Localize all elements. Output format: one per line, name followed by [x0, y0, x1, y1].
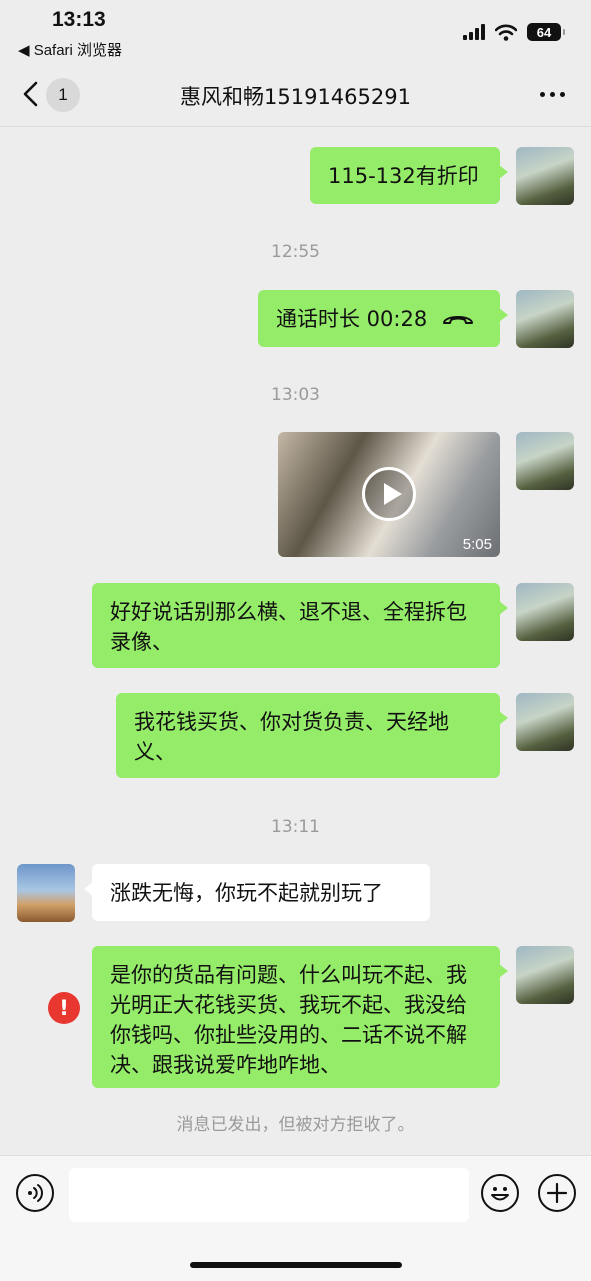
message-text: 是你的货品有问题、什么叫玩不起、我光明正大花钱买货、我玩不起、我没给你钱吗、你扯… — [110, 963, 467, 1077]
message-bubble-outgoing[interactable]: 115-132有折印 — [310, 147, 508, 204]
my-avatar[interactable] — [516, 583, 574, 641]
my-avatar[interactable] — [516, 946, 574, 1004]
my-avatar[interactable] — [516, 693, 574, 751]
more-dots-icon[interactable] — [540, 92, 565, 97]
rejected-notice: 消息已发出，但被对方拒收了。 — [176, 1115, 415, 1135]
call-duration-text: 通话时长 00:28 — [276, 306, 428, 331]
my-avatar[interactable] — [516, 147, 574, 205]
message-bubble-outgoing[interactable]: 好好说话别那么横、退不退、全程拆包录像、 — [92, 583, 508, 668]
system-icons: 64 — [463, 20, 565, 44]
message-text: 涨跌无悔，你玩不起就别玩了 — [110, 881, 383, 905]
message-text: 好好说话别那么横、退不退、全程拆包录像、 — [110, 600, 467, 654]
timestamp: 12:55 — [271, 242, 320, 262]
message-bubble-outgoing[interactable]: 我花钱买货、你对货负责、天经地义、 — [116, 693, 508, 778]
my-avatar[interactable] — [516, 290, 574, 348]
play-icon[interactable] — [362, 467, 416, 521]
video-message-thumbnail[interactable]: 5:05 — [278, 432, 500, 557]
wifi-icon — [495, 24, 517, 41]
my-avatar[interactable] — [516, 432, 574, 490]
message-bubble-incoming[interactable]: 涨跌无悔，你玩不起就别玩了 — [84, 864, 430, 921]
message-input[interactable] — [69, 1168, 469, 1222]
contact-avatar[interactable] — [17, 864, 75, 922]
timestamp: 13:03 — [271, 385, 320, 405]
message-text: 115-132有折印 — [328, 164, 479, 188]
status-bar: 13:13 ◀ Safari 浏览器 64 — [0, 0, 591, 62]
status-time: 13:13 — [52, 8, 106, 31]
home-indicator[interactable] — [190, 1262, 402, 1268]
back-to-safari-link[interactable]: ◀ Safari 浏览器 — [18, 39, 122, 60]
error-icon[interactable]: ! — [48, 992, 80, 1024]
chat-title: 惠风和畅15191465291 — [180, 85, 411, 109]
phone-hangup-icon — [443, 315, 474, 324]
plus-icon[interactable] — [538, 1174, 576, 1212]
chat-header: 1 惠风和畅15191465291 — [0, 62, 591, 127]
voice-icon[interactable] — [16, 1174, 54, 1212]
message-text: 我花钱买货、你对货负责、天经地义、 — [134, 710, 449, 764]
video-duration: 5:05 — [462, 536, 492, 553]
message-bubble-outgoing[interactable]: 是你的货品有问题、什么叫玩不起、我光明正大花钱买货、我玩不起、我没给你钱吗、你扯… — [92, 946, 508, 1088]
emoji-icon[interactable] — [481, 1174, 519, 1212]
cellular-signal-icon — [463, 24, 485, 40]
call-record-bubble[interactable]: 通话时长 00:28 — [258, 290, 508, 347]
battery-icon: 64 — [527, 23, 565, 41]
timestamp: 13:11 — [271, 817, 320, 837]
